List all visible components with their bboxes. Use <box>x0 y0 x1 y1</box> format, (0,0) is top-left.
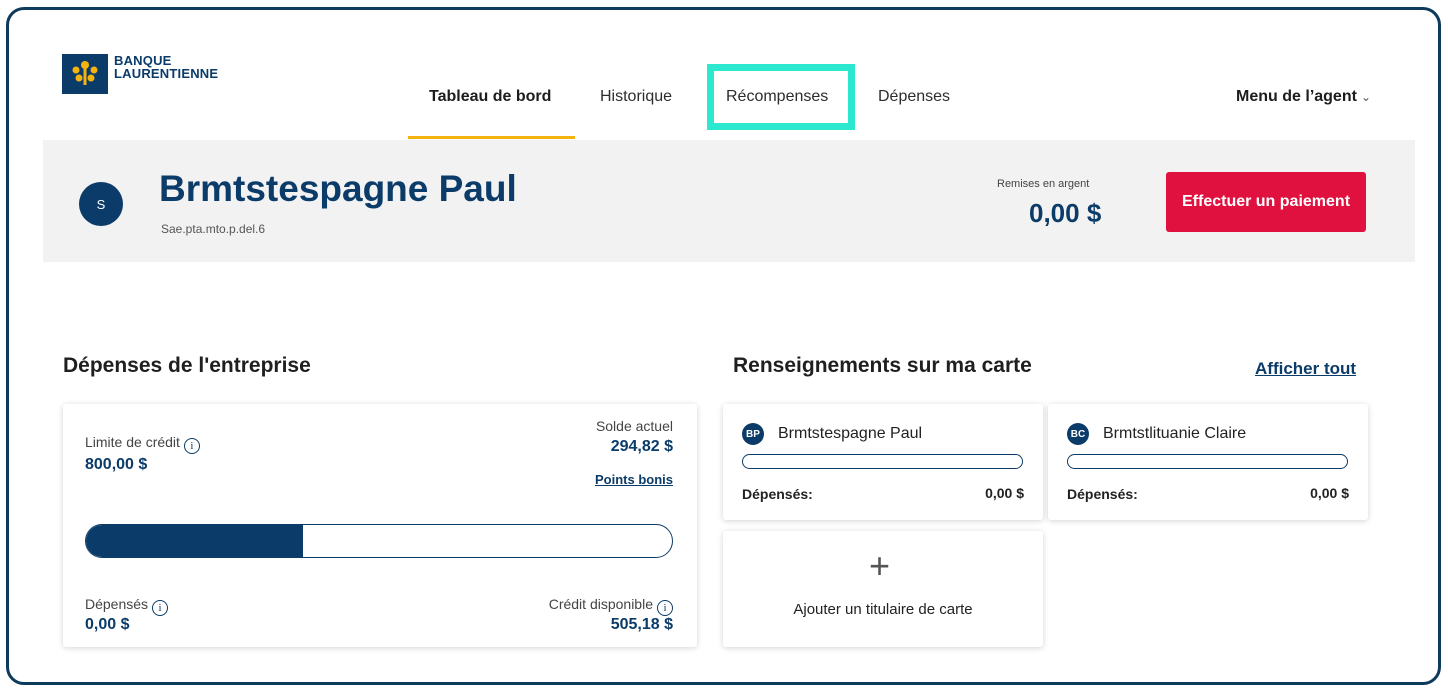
account-holder-name: Brmtstespagne Paul <box>159 168 517 209</box>
spent-label-wrap: Dépensés i <box>85 596 169 616</box>
plus-icon: + <box>869 545 891 586</box>
cardholder-initials-badge: BP <box>742 423 764 445</box>
cardholder-initials-badge: BC <box>1067 423 1089 445</box>
show-all-link[interactable]: Afficher tout <box>1255 359 1356 379</box>
spent-label: Dépensés <box>85 596 149 612</box>
card-tile[interactable]: BP Brmtstespagne Paul Dépensés: 0,00 $ <box>723 404 1043 520</box>
cash-back-label: Remises en argent <box>997 178 1090 190</box>
card-spent-value: 0,00 $ <box>1310 485 1349 501</box>
card-spent-label: Dépensés: <box>742 486 813 502</box>
card-spend-bar <box>1067 454 1348 469</box>
add-cardholder-button[interactable]: + Ajouter un titulaire de carte <box>723 531 1043 647</box>
info-icon[interactable]: i <box>152 600 169 616</box>
nav-tab-dashboard[interactable]: Tableau de bord <box>429 88 551 106</box>
current-balance-label: Solde actuel <box>595 418 673 434</box>
spent-value: 0,00 $ <box>85 616 130 633</box>
credit-utilization-bar <box>85 524 673 558</box>
make-payment-button[interactable]: Effectuer un paiement <box>1166 172 1366 232</box>
cardholder-name: Brmtstespagne Paul <box>778 425 923 442</box>
card-spend-bar <box>742 454 1023 469</box>
cardholder-name: Brmtstlituanie Claire <box>1103 425 1247 442</box>
chevron-down-icon: ⌄ <box>1360 90 1371 104</box>
nav-tab-rewards[interactable]: Récompenses <box>726 88 828 106</box>
nav-tab-expenses[interactable]: Dépenses <box>878 88 950 106</box>
credit-limit-value: 800,00 $ <box>85 456 148 473</box>
info-icon[interactable]: i <box>657 600 673 616</box>
business-spend-card: Limite de crédit i 800,00 $ Solde actuel … <box>63 404 697 647</box>
add-cardholder-label: Ajouter un titulaire de carte <box>793 601 973 618</box>
card-tile[interactable]: BC Brmtstlituanie Claire Dépensés: 0,00 … <box>1048 404 1368 520</box>
credit-limit-label: Limite de crédit <box>85 434 180 450</box>
available-credit-label: Crédit disponible <box>548 596 653 612</box>
card-spent-value: 0,00 $ <box>985 485 1024 501</box>
credit-limit-label-wrap: Limite de crédit i <box>85 434 200 454</box>
cash-back-value: 0,00 $ <box>1029 198 1102 228</box>
account-id: Sae.pta.mto.p.del.6 <box>161 222 266 236</box>
credit-utilization-fill <box>86 525 303 557</box>
current-balance-value: 294,82 $ <box>610 438 673 455</box>
available-credit-label-wrap: Crédit disponible i <box>549 596 673 616</box>
card-spent-label: Dépensés: <box>1067 486 1138 502</box>
avatar: S <box>79 182 123 226</box>
card-info-title: Renseignements sur ma carte <box>733 354 1032 377</box>
info-icon[interactable]: i <box>183 438 200 454</box>
available-credit-value: 505,18 $ <box>610 616 673 633</box>
app-frame: BANQUE LAURENTIENNE Tableau de bord Hist… <box>6 7 1441 685</box>
top-nav: Tableau de bord Historique Récompenses D… <box>43 64 1415 142</box>
page-content: BANQUE LAURENTIENNE Tableau de bord Hist… <box>43 10 1415 682</box>
agent-menu-label: Menu de l’agent <box>1236 88 1357 105</box>
active-tab-underline <box>408 136 575 139</box>
bonus-points-link[interactable]: Points bonis <box>595 472 673 487</box>
account-summary-band: S Brmtstespagne Paul Sae.pta.mto.p.del.6… <box>43 140 1415 262</box>
nav-tab-history[interactable]: Historique <box>600 88 672 106</box>
business-spend-title: Dépenses de l'entreprise <box>63 354 311 377</box>
agent-menu[interactable]: Menu de l’agent ⌄ <box>1236 88 1371 106</box>
